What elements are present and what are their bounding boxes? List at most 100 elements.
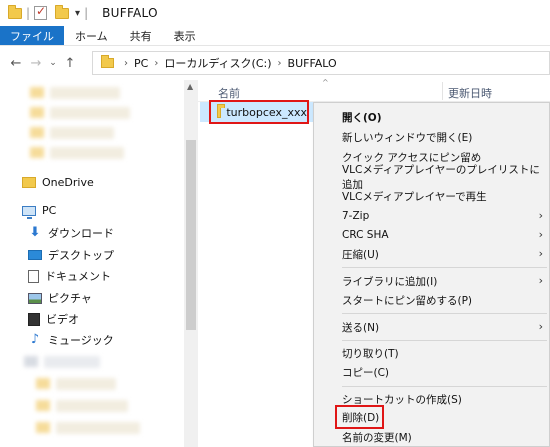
submenu-arrow-icon: ›: [538, 320, 543, 333]
window-title: BUFFALO: [102, 6, 158, 20]
column-header: ^ 名前 更新日時: [198, 78, 550, 102]
menu-item-label: コピー(C): [342, 366, 390, 379]
desktop-icon: [28, 250, 42, 260]
menu-item-add-to-library[interactable]: ライブラリに追加(I) ›: [314, 271, 549, 291]
video-icon: [28, 312, 40, 326]
menu-item-label: 切り取り(T): [342, 347, 399, 360]
nav-item-label: ダウンロード: [48, 227, 114, 240]
menu-item-label: 名前の変更(M): [342, 431, 412, 444]
breadcrumb-pc[interactable]: PC: [134, 57, 148, 70]
menu-separator: [342, 340, 547, 341]
nav-item-downloads[interactable]: ⬇ ダウンロード: [28, 225, 114, 241]
blurred-item[interactable]: [56, 378, 116, 390]
nav-pane-scrollbar[interactable]: ▲: [184, 80, 198, 447]
blurred-item[interactable]: [50, 147, 124, 159]
context-menu: 開く(O) 新しいウィンドウで開く(E) クイック アクセスにピン留め VLCメ…: [313, 102, 550, 447]
nav-item-label: ピクチャ: [48, 292, 92, 305]
blurred-item[interactable]: [56, 422, 140, 434]
menu-item-label: 送る(N): [342, 321, 380, 334]
menu-item-crc-sha[interactable]: CRC SHA ›: [314, 225, 549, 245]
back-arrow-icon[interactable]: ←: [6, 56, 26, 71]
menu-item-7zip[interactable]: 7-Zip ›: [314, 206, 549, 226]
crumb-separator: ›: [124, 57, 128, 69]
scrollbar-thumb[interactable]: [186, 140, 196, 330]
column-name[interactable]: 名前: [218, 85, 240, 101]
new-folder-icon[interactable]: [55, 4, 70, 19]
submenu-arrow-icon: ›: [538, 228, 543, 241]
menu-item-vlc-add-playlist[interactable]: VLCメディアプレイヤーのプレイリストに追加: [314, 164, 549, 191]
menu-item-label: ライブラリに追加(I): [342, 275, 438, 288]
ribbon-tabs: ファイル ホーム 共有 表示: [0, 26, 550, 46]
quick-access-separator: |: [26, 6, 31, 20]
menu-item-label: 7-Zip: [342, 210, 370, 222]
menu-item-pin-start[interactable]: スタートにピン留めする(P): [314, 290, 549, 310]
menu-item-label: 削除(D): [342, 411, 380, 424]
scroll-up-icon[interactable]: ▲: [187, 82, 193, 91]
menu-item-label: CRC SHA: [342, 229, 389, 241]
blurred-item[interactable]: [50, 87, 120, 99]
title-bar: | ▾ | BUFFALO: [0, 0, 550, 26]
blurred-item[interactable]: [50, 127, 114, 139]
tab-file[interactable]: ファイル: [0, 26, 64, 45]
title-separator: |: [84, 6, 89, 20]
nav-item-pc[interactable]: PC: [22, 204, 56, 219]
properties-icon[interactable]: [34, 4, 48, 20]
recent-locations-icon[interactable]: ⌄: [46, 58, 60, 68]
tab-view[interactable]: 表示: [163, 26, 207, 45]
menu-item-open-new-window[interactable]: 新しいウィンドウで開く(E): [314, 127, 549, 147]
blurred-folder-icon: [30, 107, 44, 118]
breadcrumb-local-disk[interactable]: ローカルディスク(C:): [164, 55, 271, 71]
nav-item-desktop[interactable]: デスクトップ: [28, 247, 114, 263]
blurred-folder-icon: [36, 400, 50, 411]
column-date-modified[interactable]: 更新日時: [448, 85, 492, 101]
tab-share[interactable]: 共有: [119, 26, 163, 45]
menu-item-label: 新しいウィンドウで開く(E): [342, 131, 473, 144]
file-item-turbopcex[interactable]: turbopcex_xxx: [209, 100, 309, 124]
blurred-folder-icon: [30, 87, 44, 98]
nav-item-music[interactable]: ♪ ミュージック: [28, 332, 114, 348]
blurred-drive-icon: [24, 356, 38, 367]
navigation-pane: OneDrive PC ⬇ ダウンロード デスクトップ ドキュメント ピクチャ …: [0, 80, 198, 447]
column-divider[interactable]: [442, 82, 443, 100]
menu-separator: [342, 267, 547, 268]
blurred-folder-icon: [30, 147, 44, 158]
menu-item-cut[interactable]: 切り取り(T): [314, 343, 549, 363]
tab-home[interactable]: ホーム: [64, 26, 119, 45]
customize-toolbar-icon[interactable]: ▾: [75, 8, 80, 19]
menu-item-delete[interactable]: 削除(D): [314, 407, 549, 427]
nav-item-documents[interactable]: ドキュメント: [28, 268, 111, 284]
folder-icon: [22, 177, 36, 188]
blurred-item[interactable]: [56, 400, 128, 412]
nav-item-label: ミュージック: [48, 334, 114, 347]
submenu-arrow-icon: ›: [538, 209, 543, 222]
folder-icon: [101, 55, 114, 68]
menu-item-open[interactable]: 開く(O): [314, 107, 549, 127]
address-bar[interactable]: › PC › ローカルディスク(C:) › BUFFALO: [92, 51, 550, 75]
nav-item-onedrive[interactable]: OneDrive: [22, 176, 94, 189]
folder-icon: [8, 4, 22, 19]
nav-item-pictures[interactable]: ピクチャ: [28, 290, 92, 306]
nav-item-videos[interactable]: ビデオ: [28, 311, 79, 327]
blurred-folder-icon: [30, 127, 44, 138]
pictures-icon: [28, 292, 42, 304]
nav-item-label: ドキュメント: [45, 270, 111, 283]
up-arrow-icon[interactable]: ↑: [60, 56, 80, 71]
menu-item-copy[interactable]: コピー(C): [314, 362, 549, 382]
music-icon: ♪: [30, 332, 40, 347]
sort-caret-icon: ^: [322, 78, 329, 87]
menu-item-label: 開く(O): [342, 111, 382, 124]
menu-item-label: VLCメディアプレイヤーで再生: [342, 190, 487, 203]
menu-item-compress[interactable]: 圧縮(U) ›: [314, 244, 549, 264]
forward-arrow-icon[interactable]: →: [26, 56, 46, 71]
menu-item-rename[interactable]: 名前の変更(M): [314, 427, 549, 447]
submenu-arrow-icon: ›: [538, 247, 543, 260]
blurred-item[interactable]: [44, 356, 100, 368]
menu-item-label: スタートにピン留めする(P): [342, 294, 473, 307]
blurred-item[interactable]: [50, 107, 130, 119]
breadcrumb-buffalo[interactable]: BUFFALO: [288, 57, 337, 70]
file-name: turbopcex_xxx: [226, 105, 307, 119]
menu-item-vlc-play[interactable]: VLCメディアプレイヤーで再生: [314, 186, 549, 206]
blurred-folder-icon: [36, 422, 50, 433]
crumb-separator: ›: [154, 57, 159, 69]
menu-item-send-to[interactable]: 送る(N) ›: [314, 317, 549, 337]
